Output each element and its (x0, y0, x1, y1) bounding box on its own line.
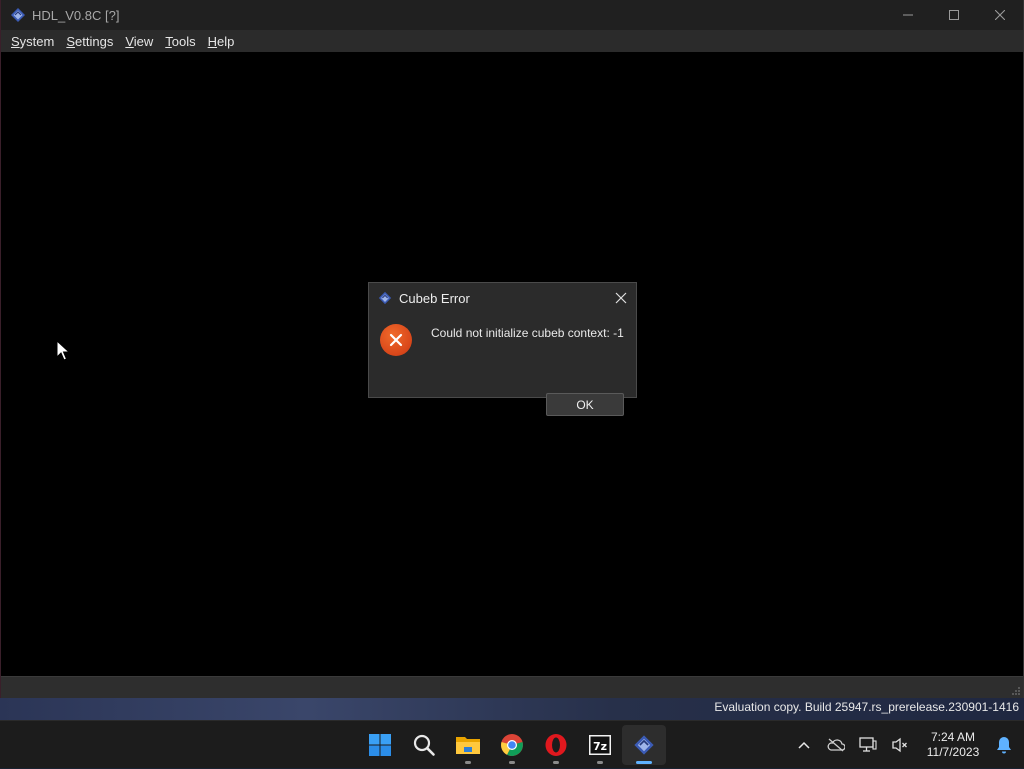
menu-view-label: iew (133, 33, 154, 49)
opera-button[interactable] (534, 725, 578, 765)
menu-settings-label: ettings (75, 33, 114, 49)
hdl-app-button[interactable] (622, 725, 666, 765)
maximize-button[interactable] (931, 0, 977, 30)
menu-settings-accel: S (66, 33, 76, 49)
file-explorer-button[interactable] (446, 725, 490, 765)
opera-icon (545, 734, 567, 756)
minimize-icon (903, 14, 913, 16)
close-icon (615, 292, 627, 304)
7zip-icon: 7z (589, 735, 611, 755)
notification-bell-icon (997, 737, 1011, 754)
evaluation-watermark: Evaluation copy. Build 25947.rs_prerelea… (714, 700, 1019, 714)
clock-date: 11/7/2023 (926, 745, 980, 759)
system-tray: 7:24 AM 11/7/2023 (788, 721, 1024, 769)
menu-view[interactable]: View (120, 34, 159, 49)
taskbar-apps: 7z (358, 721, 666, 769)
onedrive-off-icon (827, 738, 845, 752)
running-indicator (553, 761, 559, 764)
dialog-title: Cubeb Error (399, 290, 470, 306)
menu-help-accel: H (207, 33, 218, 49)
start-icon (369, 734, 391, 756)
chrome-button[interactable] (490, 725, 534, 765)
taskbar: 7z 7:24 AM 11/7/2023 (0, 720, 1024, 768)
clock-time: 7:24 AM (930, 730, 976, 744)
close-icon (995, 10, 1005, 20)
menu-settings[interactable]: Settings (61, 34, 119, 49)
menu-system-label: ystem (19, 33, 55, 49)
dialog-close-button[interactable] (612, 289, 630, 307)
menu-tools-label: ools (171, 33, 196, 49)
menu-view-accel: V (125, 33, 134, 49)
network-button[interactable] (852, 725, 884, 765)
show-hidden-icons-button[interactable] (788, 725, 820, 765)
running-indicator (597, 761, 603, 764)
start-button[interactable] (358, 725, 402, 765)
close-button[interactable] (977, 0, 1023, 30)
resize-grip-icon[interactable] (1011, 686, 1021, 696)
error-dialog: Cubeb Error Could not initialize cubeb c… (368, 282, 637, 416)
window-titlebar[interactable]: HDL_V0.8C [?] (1, 0, 1023, 30)
active-indicator (636, 761, 652, 764)
notification-button[interactable] (990, 725, 1018, 765)
network-icon (859, 737, 877, 752)
menubar: System Settings View Tools Help (1, 30, 1023, 52)
svg-text:7z: 7z (593, 740, 607, 753)
onedrive-button[interactable] (820, 725, 852, 765)
status-bar (1, 676, 1023, 698)
menu-system-accel: S (11, 33, 20, 49)
app-diamond-icon (378, 291, 392, 305)
error-message: Could not initialize cubeb context: -1 (431, 326, 624, 340)
app-diamond-icon (11, 8, 25, 22)
chrome-icon (501, 734, 523, 756)
x-mark-icon (389, 333, 403, 347)
search-icon (413, 734, 435, 756)
mouse-cursor-icon (56, 340, 70, 361)
chevron-up-icon (798, 741, 810, 749)
menu-help[interactable]: Help (203, 34, 241, 49)
maximize-icon (949, 10, 959, 20)
search-button[interactable] (402, 725, 446, 765)
menu-system[interactable]: System (6, 34, 60, 49)
error-icon (380, 324, 412, 356)
clock[interactable]: 7:24 AM 11/7/2023 (916, 730, 990, 760)
ok-button[interactable]: OK (546, 393, 624, 416)
volume-muted-icon (892, 737, 907, 753)
window-title: HDL_V0.8C [?] (32, 7, 120, 23)
file-explorer-icon (456, 737, 480, 754)
menu-help-label: elp (217, 33, 235, 49)
7zip-button[interactable]: 7z (578, 725, 622, 765)
running-indicator (465, 761, 471, 764)
app-diamond-icon (634, 735, 654, 755)
dialog-titlebar[interactable]: Cubeb Error (369, 283, 636, 313)
dialog-body: Could not initialize cubeb context: -1 O… (369, 313, 636, 416)
minimize-button[interactable] (885, 0, 931, 30)
menu-tools[interactable]: Tools (160, 34, 201, 49)
running-indicator (509, 761, 515, 764)
volume-button[interactable] (884, 725, 916, 765)
